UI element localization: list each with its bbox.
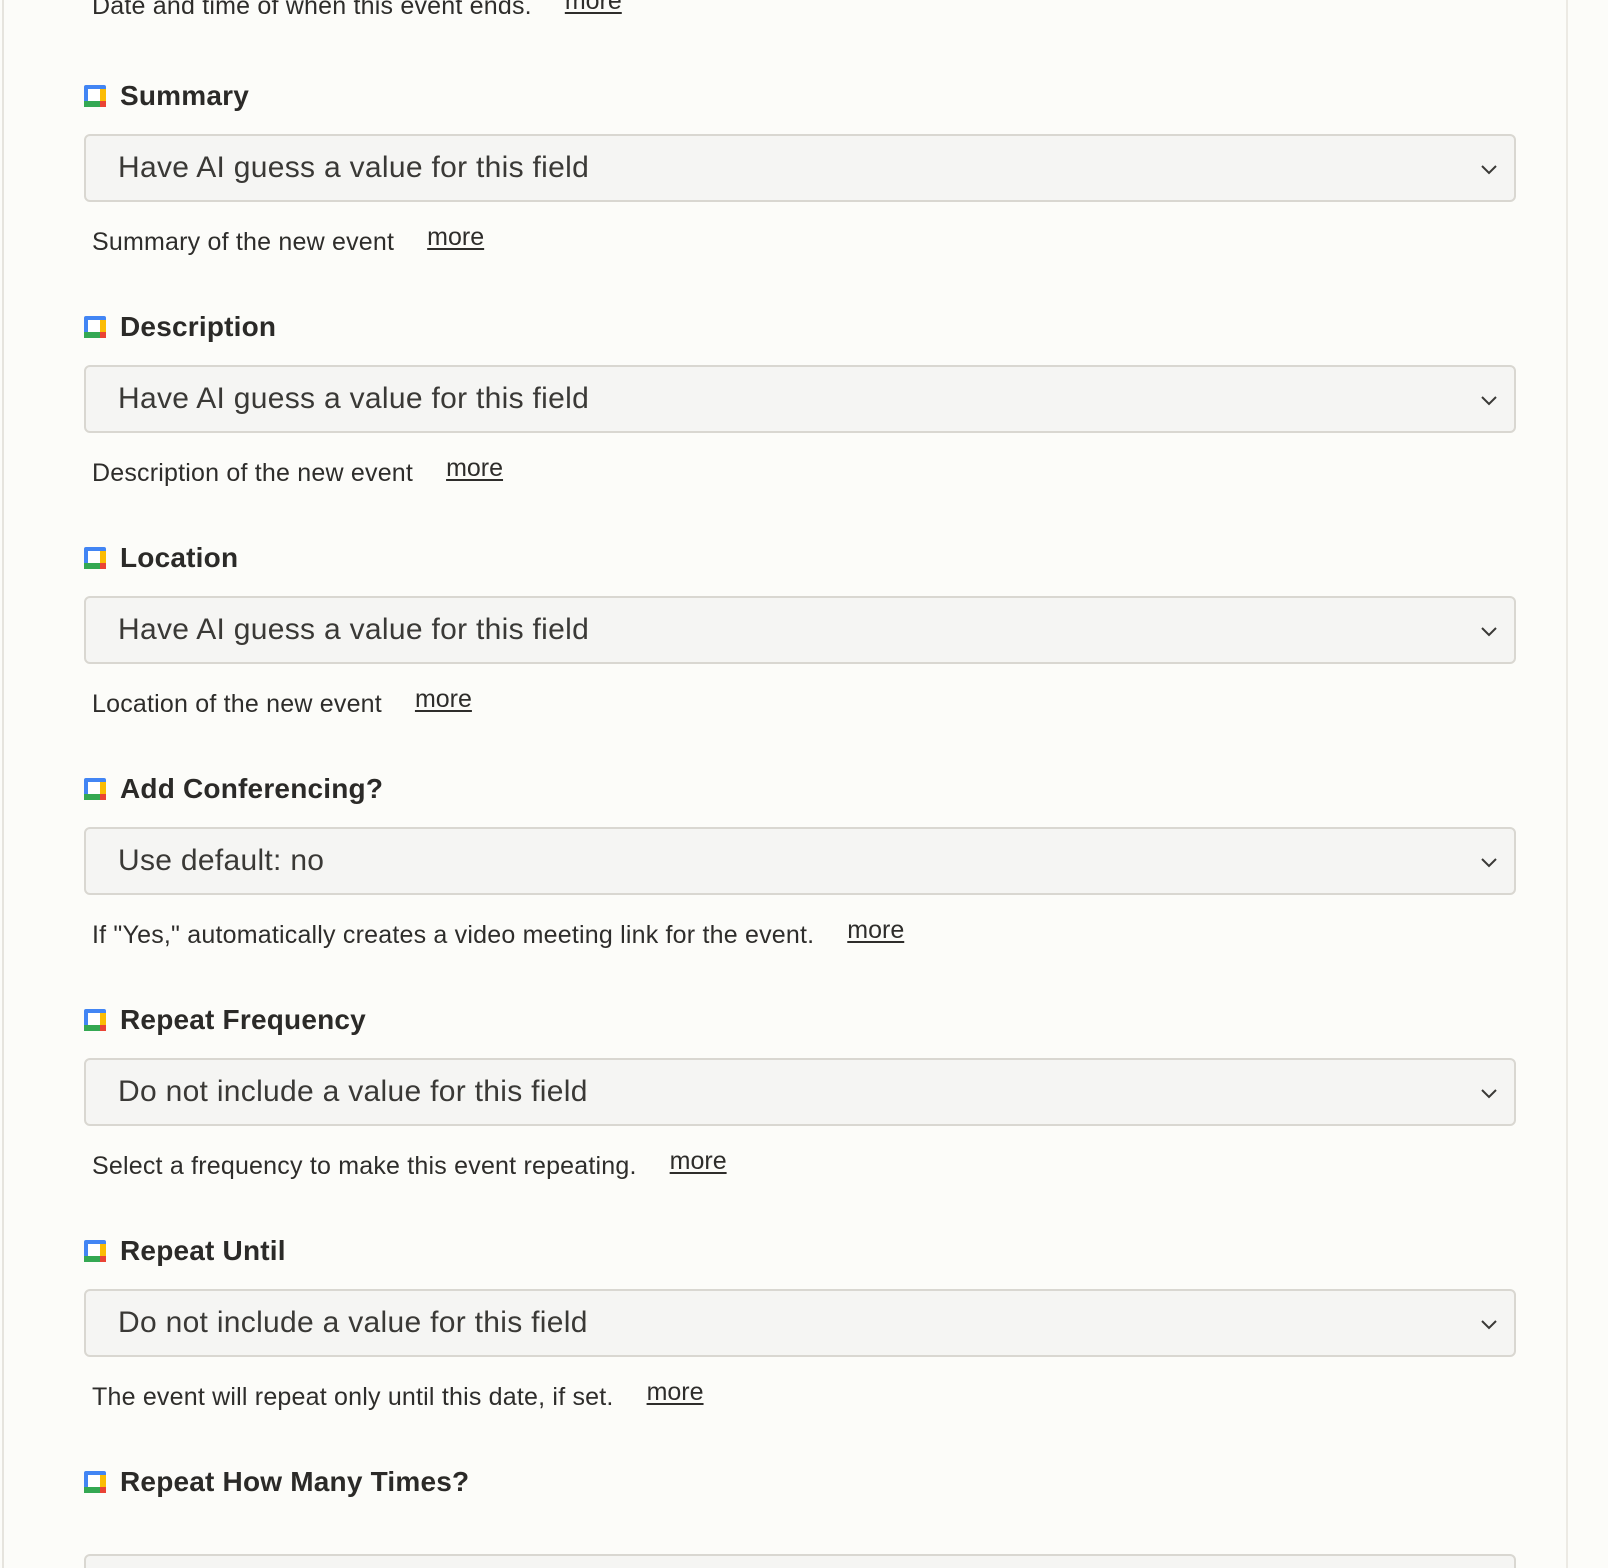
conferencing-select[interactable]: Use default: no — [84, 827, 1516, 895]
conferencing-label-row: Add Conferencing? — [84, 769, 383, 809]
google-calendar-icon — [84, 1471, 106, 1493]
description-field: Description Have AI guess a value for th… — [84, 307, 1520, 538]
repeat-count-label-row: Repeat How Many Times? — [84, 1462, 469, 1502]
location-more-link[interactable]: more — [415, 685, 472, 714]
repeat-until-help-text: The event will repeat only until this da… — [92, 1382, 614, 1411]
repeat-frequency-label-row: Repeat Frequency — [84, 1000, 366, 1040]
repeat-until-field: Repeat Until Do not include a value for … — [84, 1231, 1520, 1462]
location-select-value: Have AI guess a value for this field — [118, 613, 590, 646]
repeat-frequency-help-row: Select a frequency to make this event re… — [92, 1146, 727, 1186]
description-help-text: Description of the new event — [92, 458, 414, 487]
summary-help-row: Summary of the new event more — [92, 222, 484, 262]
repeat-count-field: Repeat How Many Times? — [84, 1462, 1520, 1568]
chevron-down-icon — [1481, 165, 1497, 175]
location-field: Location Have AI guess a value for this … — [84, 538, 1520, 769]
repeat-until-label: Repeat Until — [120, 1235, 286, 1266]
google-calendar-icon — [84, 547, 106, 569]
description-help-row: Description of the new event more — [92, 453, 503, 493]
conferencing-field: Add Conferencing? Use default: no If "Ye… — [84, 769, 1520, 1000]
repeat-frequency-label: Repeat Frequency — [120, 1004, 366, 1035]
google-calendar-icon — [84, 316, 106, 338]
conferencing-label: Add Conferencing? — [120, 773, 384, 804]
repeat-until-help-row: The event will repeat only until this da… — [92, 1377, 704, 1417]
end-time-help-text: Date and time of when this event ends. — [92, 0, 532, 20]
left-divider — [2, 0, 4, 1568]
location-help-text: Location of the new event — [92, 689, 382, 718]
repeat-until-select[interactable]: Do not include a value for this field — [84, 1289, 1516, 1357]
location-label: Location — [120, 542, 239, 573]
summary-label: Summary — [120, 80, 250, 111]
location-label-row: Location — [84, 538, 238, 578]
location-select[interactable]: Have AI guess a value for this field — [84, 596, 1516, 664]
google-calendar-icon — [84, 778, 106, 800]
repeat-until-select-value: Do not include a value for this field — [118, 1306, 588, 1339]
repeat-frequency-help-text: Select a frequency to make this event re… — [92, 1151, 637, 1180]
scrollbar-track[interactable] — [1566, 0, 1568, 1568]
google-calendar-icon — [84, 1009, 106, 1031]
conferencing-more-link[interactable]: more — [847, 916, 904, 945]
repeat-count-label: Repeat How Many Times? — [120, 1466, 470, 1497]
repeat-frequency-select-value: Do not include a value for this field — [118, 1075, 588, 1108]
description-more-link[interactable]: more — [446, 454, 503, 483]
google-calendar-icon — [84, 1240, 106, 1262]
end-time-help-row: Date and time of when this event ends. m… — [92, 0, 622, 26]
conferencing-help-text: If "Yes," automatically creates a video … — [92, 920, 815, 949]
conferencing-help-row: If "Yes," automatically creates a video … — [92, 915, 904, 955]
summary-label-row: Summary — [84, 76, 249, 116]
repeat-frequency-field: Repeat Frequency Do not include a value … — [84, 1000, 1520, 1231]
summary-more-link[interactable]: more — [427, 223, 484, 252]
summary-field: Summary Have AI guess a value for this f… — [84, 76, 1520, 307]
summary-help-text: Summary of the new event — [92, 227, 395, 256]
summary-select[interactable]: Have AI guess a value for this field — [84, 134, 1516, 202]
description-label: Description — [120, 311, 277, 342]
repeat-until-more-link[interactable]: more — [647, 1378, 704, 1407]
description-select-value: Have AI guess a value for this field — [118, 382, 590, 415]
end-time-more-link[interactable]: more — [565, 0, 622, 16]
repeat-frequency-more-link[interactable]: more — [670, 1147, 727, 1176]
google-calendar-icon — [84, 85, 106, 107]
conferencing-select-value: Use default: no — [118, 844, 325, 877]
location-help-row: Location of the new event more — [92, 684, 472, 724]
repeat-frequency-select[interactable]: Do not include a value for this field — [84, 1058, 1516, 1126]
chevron-down-icon — [1481, 858, 1497, 868]
chevron-down-icon — [1481, 396, 1497, 406]
repeat-count-input[interactable] — [84, 1554, 1516, 1568]
chevron-down-icon — [1481, 1089, 1497, 1099]
description-select[interactable]: Have AI guess a value for this field — [84, 365, 1516, 433]
chevron-down-icon — [1481, 627, 1497, 637]
chevron-down-icon — [1481, 1320, 1497, 1330]
description-label-row: Description — [84, 307, 276, 347]
repeat-until-label-row: Repeat Until — [84, 1231, 286, 1271]
summary-select-value: Have AI guess a value for this field — [118, 151, 590, 184]
form-page: Date and time of when this event ends. m… — [0, 0, 1608, 1568]
